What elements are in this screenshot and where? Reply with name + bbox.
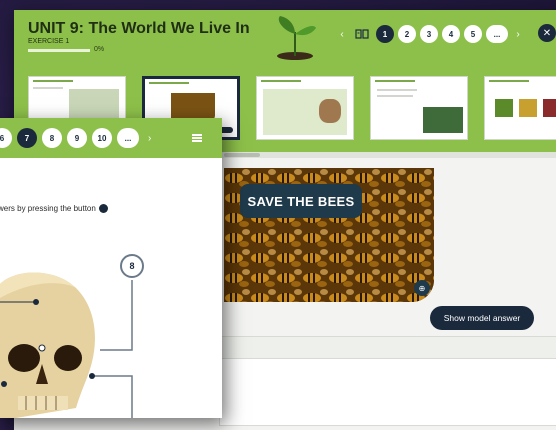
chevron-right-icon[interactable]: ›	[148, 133, 151, 144]
menu-icon[interactable]	[192, 134, 202, 142]
eye-icon	[98, 204, 108, 214]
progress-bar	[28, 49, 90, 52]
show-model-answer-button[interactable]: Show model answer	[430, 306, 534, 330]
page-button-1[interactable]: 1	[376, 25, 394, 43]
exercise-label: EXERCISE 1	[28, 38, 70, 45]
thumbnail-page-4[interactable]	[370, 76, 468, 140]
zoom-icon: ⊕	[418, 283, 426, 293]
unit-header: UNIT 9: The World We Live In EXERCISE 1 …	[14, 10, 556, 62]
save-the-bees-label: SAVE THE BEES	[240, 184, 362, 218]
page-button-5[interactable]: 5	[464, 25, 482, 43]
progress-label: 0%	[94, 46, 105, 53]
skull-illustration	[0, 272, 133, 418]
page-button-4[interactable]: 4	[442, 25, 460, 43]
plant-icon	[277, 16, 316, 60]
front-page-navigation: 6 7 8 9 10 ... ›	[0, 128, 151, 148]
page-button-7[interactable]: 7	[17, 128, 37, 148]
close-button[interactable]: ✕	[538, 24, 556, 42]
front-header: 6 7 8 9 10 ... ›	[0, 118, 222, 158]
chevron-left-icon[interactable]: ‹	[336, 29, 348, 40]
bees-banner: SAVE THE BEES ⊕	[224, 168, 434, 302]
more-pages-button[interactable]: ...	[117, 128, 139, 148]
page-button-8[interactable]: 8	[42, 128, 62, 148]
close-icon: ✕	[542, 27, 552, 39]
page-navigation: ‹ 1 2 3 4 5 ... ›	[336, 24, 524, 44]
instruction-label: wers by pressing the button	[0, 204, 96, 213]
page-button-10[interactable]: 10	[92, 128, 112, 148]
page-button-9[interactable]: 9	[67, 128, 87, 148]
page-button-2[interactable]: 2	[398, 25, 416, 43]
instruction-text: wers by pressing the button	[0, 204, 108, 214]
unit-title: UNIT 9: The World We Live In	[28, 20, 250, 37]
more-pages-button[interactable]: ...	[486, 25, 508, 43]
book-icon[interactable]	[352, 24, 372, 44]
chevron-right-icon[interactable]: ›	[512, 29, 524, 40]
thumbnail-page-5[interactable]	[484, 76, 556, 140]
thumbnail-page-3[interactable]	[256, 76, 354, 140]
page-button-3[interactable]: 3	[420, 25, 438, 43]
zoom-button[interactable]: ⊕	[414, 280, 430, 296]
answer-panel	[219, 336, 556, 426]
page-button-6[interactable]: 6	[0, 128, 12, 148]
skull-exercise-window: 6 7 8 9 10 ... › wers by pressing the bu…	[0, 118, 222, 418]
